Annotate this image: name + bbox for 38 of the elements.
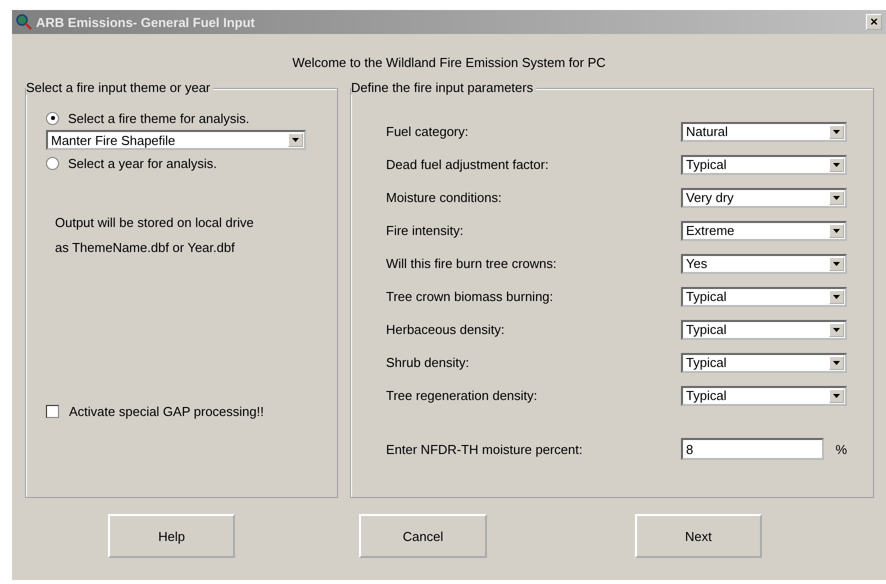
checkbox[interactable] <box>46 405 59 418</box>
parameter-dropdown[interactable]: Typical <box>681 320 847 340</box>
parameter-dropdown[interactable]: Very dry <box>681 188 847 208</box>
group-title: Select a fire input theme or year <box>26 80 214 95</box>
moisture-label: Enter NFDR-TH moisture percent: <box>386 442 584 456</box>
welcome-text: Welcome to the Wildland Fire Emission System for PC <box>291 55 607 70</box>
parameter-label: Tree regeneration density: <box>386 388 538 403</box>
parameter-label: Shrub density: <box>386 355 470 370</box>
unit-label: % <box>834 442 847 456</box>
parameter-label: Will this fire burn tree crowns: <box>386 256 556 271</box>
close-button[interactable]: × <box>866 14 882 30</box>
parameter-label: Fire intensity: <box>386 223 464 238</box>
parameter-label: Moisture conditions: <box>386 190 502 205</box>
radio-label: Select a fire theme for analysis. <box>68 110 250 126</box>
parameter-label: Dead fuel adjustment factor: <box>386 157 549 172</box>
parameter-label: Herbaceous density: <box>386 322 505 337</box>
window-title: ARB Emissions- General Fuel Input <box>36 14 256 30</box>
dialog-button[interactable]: Cancel <box>359 514 487 558</box>
parameter-dropdown[interactable]: Typical <box>681 352 847 372</box>
dialog-button[interactable]: Help <box>108 514 236 558</box>
dialog-button[interactable]: Next <box>634 514 762 558</box>
parameter-label: Tree crown biomass burning: <box>386 289 554 304</box>
radio-button[interactable] <box>46 112 59 124</box>
checkbox-label: Activate special GAP processing!! <box>69 404 264 419</box>
parameter-label: Fuel category: <box>386 124 468 139</box>
moisture-input-field[interactable]: 8 <box>681 438 824 460</box>
note-text: Output will be stored on local drive <box>55 214 255 232</box>
group-title: Define the fire input parameters <box>351 80 536 95</box>
parameter-dropdown[interactable]: Typical <box>681 286 847 306</box>
note-text: as ThemeName.dbf or Year.dbf <box>55 239 236 257</box>
radio-label: Select a year for analysis. <box>68 156 217 170</box>
parameter-dropdown[interactable]: Yes <box>681 254 847 274</box>
parameter-dropdown[interactable]: Typical <box>681 154 847 174</box>
parameter-dropdown[interactable]: Natural <box>681 122 847 142</box>
radio-button[interactable] <box>46 156 59 170</box>
parameter-dropdown[interactable]: Extreme <box>681 220 847 240</box>
parameter-dropdown[interactable]: Typical <box>681 386 847 406</box>
theme-dropdown[interactable]: Manter Fire Shapefile <box>46 130 306 150</box>
